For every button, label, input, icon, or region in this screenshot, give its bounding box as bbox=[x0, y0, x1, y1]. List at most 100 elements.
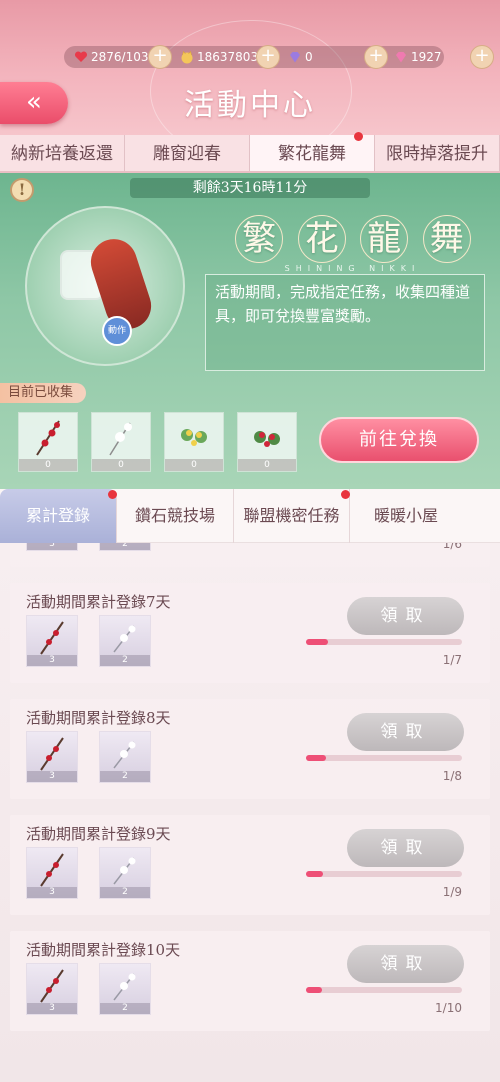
task-progress-bar bbox=[306, 871, 462, 877]
gold-counter: 18637803 bbox=[180, 46, 258, 68]
tab-notification-dot bbox=[354, 132, 363, 141]
collected-item-red-berry[interactable]: 0 bbox=[237, 412, 297, 472]
red-plum-branch-icon bbox=[40, 621, 64, 655]
event-logo: 繁 花 龍 舞 bbox=[228, 208, 478, 270]
progress-fill bbox=[306, 987, 322, 993]
task-progress-text: 1/6 bbox=[442, 543, 462, 551]
reward-white-flower-icon: 2 bbox=[99, 543, 151, 551]
task-list[interactable]: 3 2 1/6 活動期間累計登錄7天 3 2 領取 1/7 活動期間累計登錄8天… bbox=[0, 543, 500, 1082]
reward-white-flower-icon[interactable]: 2 bbox=[99, 731, 151, 783]
reward-count: 3 bbox=[27, 771, 77, 782]
reward-red-plum-icon[interactable]: 3 bbox=[26, 615, 78, 667]
task-progress-text: 1/7 bbox=[442, 653, 462, 667]
page-title: 活動中心 bbox=[184, 88, 316, 123]
task-progress-bar bbox=[306, 755, 462, 761]
white-flower-branch-icon bbox=[113, 741, 136, 769]
pink-diamond-icon bbox=[394, 50, 408, 64]
gold-value: 18637803 bbox=[197, 50, 259, 64]
white-flower-branch-icon bbox=[113, 625, 136, 653]
logo-subtitle: SHINING NIKKI bbox=[284, 264, 421, 273]
progress-fill bbox=[306, 871, 324, 877]
gold-plus-button[interactable]: + bbox=[256, 45, 280, 69]
red-plum-branch-icon bbox=[40, 969, 64, 1003]
collected-count: 0 bbox=[165, 459, 223, 471]
reward-count: 3 bbox=[27, 655, 77, 666]
claim-button[interactable]: 領取 bbox=[347, 597, 464, 635]
tab-window-spring[interactable]: 雕窗迎春 bbox=[125, 135, 250, 171]
reward-red-plum-icon[interactable]: 3 bbox=[26, 731, 78, 783]
reward-count: 3 bbox=[27, 1003, 77, 1014]
tab-flower-dragon-label: 繁花龍舞 bbox=[278, 144, 346, 164]
reward-red-plum-icon: 3 bbox=[26, 543, 78, 551]
info-warning-button[interactable]: ! bbox=[10, 178, 34, 202]
collected-count: 0 bbox=[92, 459, 150, 471]
task-label: 活動期間累計登錄9天 bbox=[26, 825, 171, 843]
reward-red-plum-icon[interactable]: 3 bbox=[26, 847, 78, 899]
task-progress-text: 1/8 bbox=[442, 769, 462, 783]
red-plum-branch-icon bbox=[40, 853, 64, 887]
pink-diamond-plus-button[interactable]: + bbox=[470, 45, 494, 69]
subtab-nikki-house[interactable]: 暖暖小屋 bbox=[350, 489, 462, 543]
subtab-cumulative-login[interactable]: 累計登錄 bbox=[0, 488, 117, 543]
pink-diamond-value: 1927 bbox=[411, 50, 442, 64]
red-plum-branch-icon bbox=[40, 737, 64, 771]
task-card: 活動期間累計登錄7天 3 2 領取 1/7 bbox=[10, 583, 490, 683]
subtab-notification-dot bbox=[341, 490, 350, 499]
claim-button[interactable]: 領取 bbox=[347, 713, 464, 751]
logo-char-4: 舞 bbox=[422, 215, 471, 263]
subtab-notification-dot bbox=[108, 490, 117, 499]
diamond-counter: 0 bbox=[288, 46, 313, 68]
claim-button[interactable]: 領取 bbox=[347, 829, 464, 867]
logo-char-2: 花 bbox=[297, 215, 346, 263]
reward-count: 2 bbox=[100, 1003, 150, 1014]
reward-white-flower-icon[interactable]: 2 bbox=[99, 615, 151, 667]
collected-item-red-plum[interactable]: 0 bbox=[18, 412, 78, 472]
collected-item-white-flower[interactable]: 0 bbox=[91, 412, 151, 472]
stamina-counter: 2876/103 bbox=[74, 46, 149, 68]
white-flower-branch-icon bbox=[113, 973, 136, 1001]
tab-recruit-return[interactable]: 納新培養返還 bbox=[0, 135, 125, 171]
reward-white-flower-icon[interactable]: 2 bbox=[99, 963, 151, 1015]
red-plum-branch-icon bbox=[36, 420, 60, 456]
reward-count: 2 bbox=[100, 887, 150, 898]
task-progress-text: 1/10 bbox=[435, 1001, 462, 1015]
collected-label: 目前已收集 bbox=[0, 383, 86, 403]
stamina-value: 2876/103 bbox=[91, 50, 149, 64]
collected-item-yellow-flower[interactable]: 0 bbox=[164, 412, 224, 472]
claim-button[interactable]: 領取 bbox=[347, 945, 464, 983]
progress-fill bbox=[306, 639, 329, 645]
subtab-diamond-arena[interactable]: 鑽石競技場 bbox=[117, 488, 234, 543]
task-card: 活動期間累計登錄10天 3 2 領取 1/10 bbox=[10, 931, 490, 1031]
pose-badge-button[interactable]: 動作 bbox=[102, 316, 132, 346]
task-progress-bar bbox=[306, 639, 462, 645]
logo-char-3: 龍 bbox=[360, 215, 409, 263]
stamina-plus-button[interactable]: + bbox=[148, 45, 172, 69]
reward-count: 2 bbox=[100, 655, 150, 666]
reward-count: 3 bbox=[27, 887, 77, 898]
heart-icon bbox=[74, 50, 88, 64]
reward-count: 2 bbox=[100, 771, 150, 782]
reward-count: 3 bbox=[27, 543, 77, 550]
white-flower-branch-icon bbox=[113, 857, 136, 885]
reward-red-plum-icon[interactable]: 3 bbox=[26, 963, 78, 1015]
collected-count: 0 bbox=[19, 459, 77, 471]
event-description: 活動期間，完成指定任務，收集四種道具，即可兌換豐富獎勵。 bbox=[205, 274, 485, 371]
event-tabs: 納新培養返還 雕窗迎春 繁花龍舞 限時掉落提升 bbox=[0, 135, 500, 173]
white-flower-branch-icon bbox=[109, 422, 132, 456]
exchange-button[interactable]: 前往兌換 bbox=[319, 417, 479, 463]
cat-coin-icon bbox=[180, 50, 194, 64]
subtab-alliance-mission[interactable]: 聯盟機密任務 bbox=[234, 488, 350, 543]
task-subtabs: 累計登錄 鑽石競技場 聯盟機密任務 暖暖小屋 bbox=[0, 488, 500, 543]
pink-diamond-counter: 1927 bbox=[394, 46, 442, 68]
red-berry-cluster-icon bbox=[254, 431, 280, 447]
event-timer: 剩餘3天16時11分 bbox=[130, 178, 370, 198]
reward-white-flower-icon[interactable]: 2 bbox=[99, 847, 151, 899]
tab-drop-boost[interactable]: 限時掉落提升 bbox=[375, 135, 500, 171]
logo-char-1: 繁 bbox=[235, 215, 284, 263]
progress-fill bbox=[306, 755, 326, 761]
task-card: 3 2 1/6 bbox=[10, 543, 490, 567]
diamond-plus-button[interactable]: + bbox=[364, 45, 388, 69]
collected-count: 0 bbox=[238, 459, 296, 471]
task-label: 活動期間累計登錄7天 bbox=[26, 593, 171, 611]
diamond-icon bbox=[288, 50, 302, 64]
